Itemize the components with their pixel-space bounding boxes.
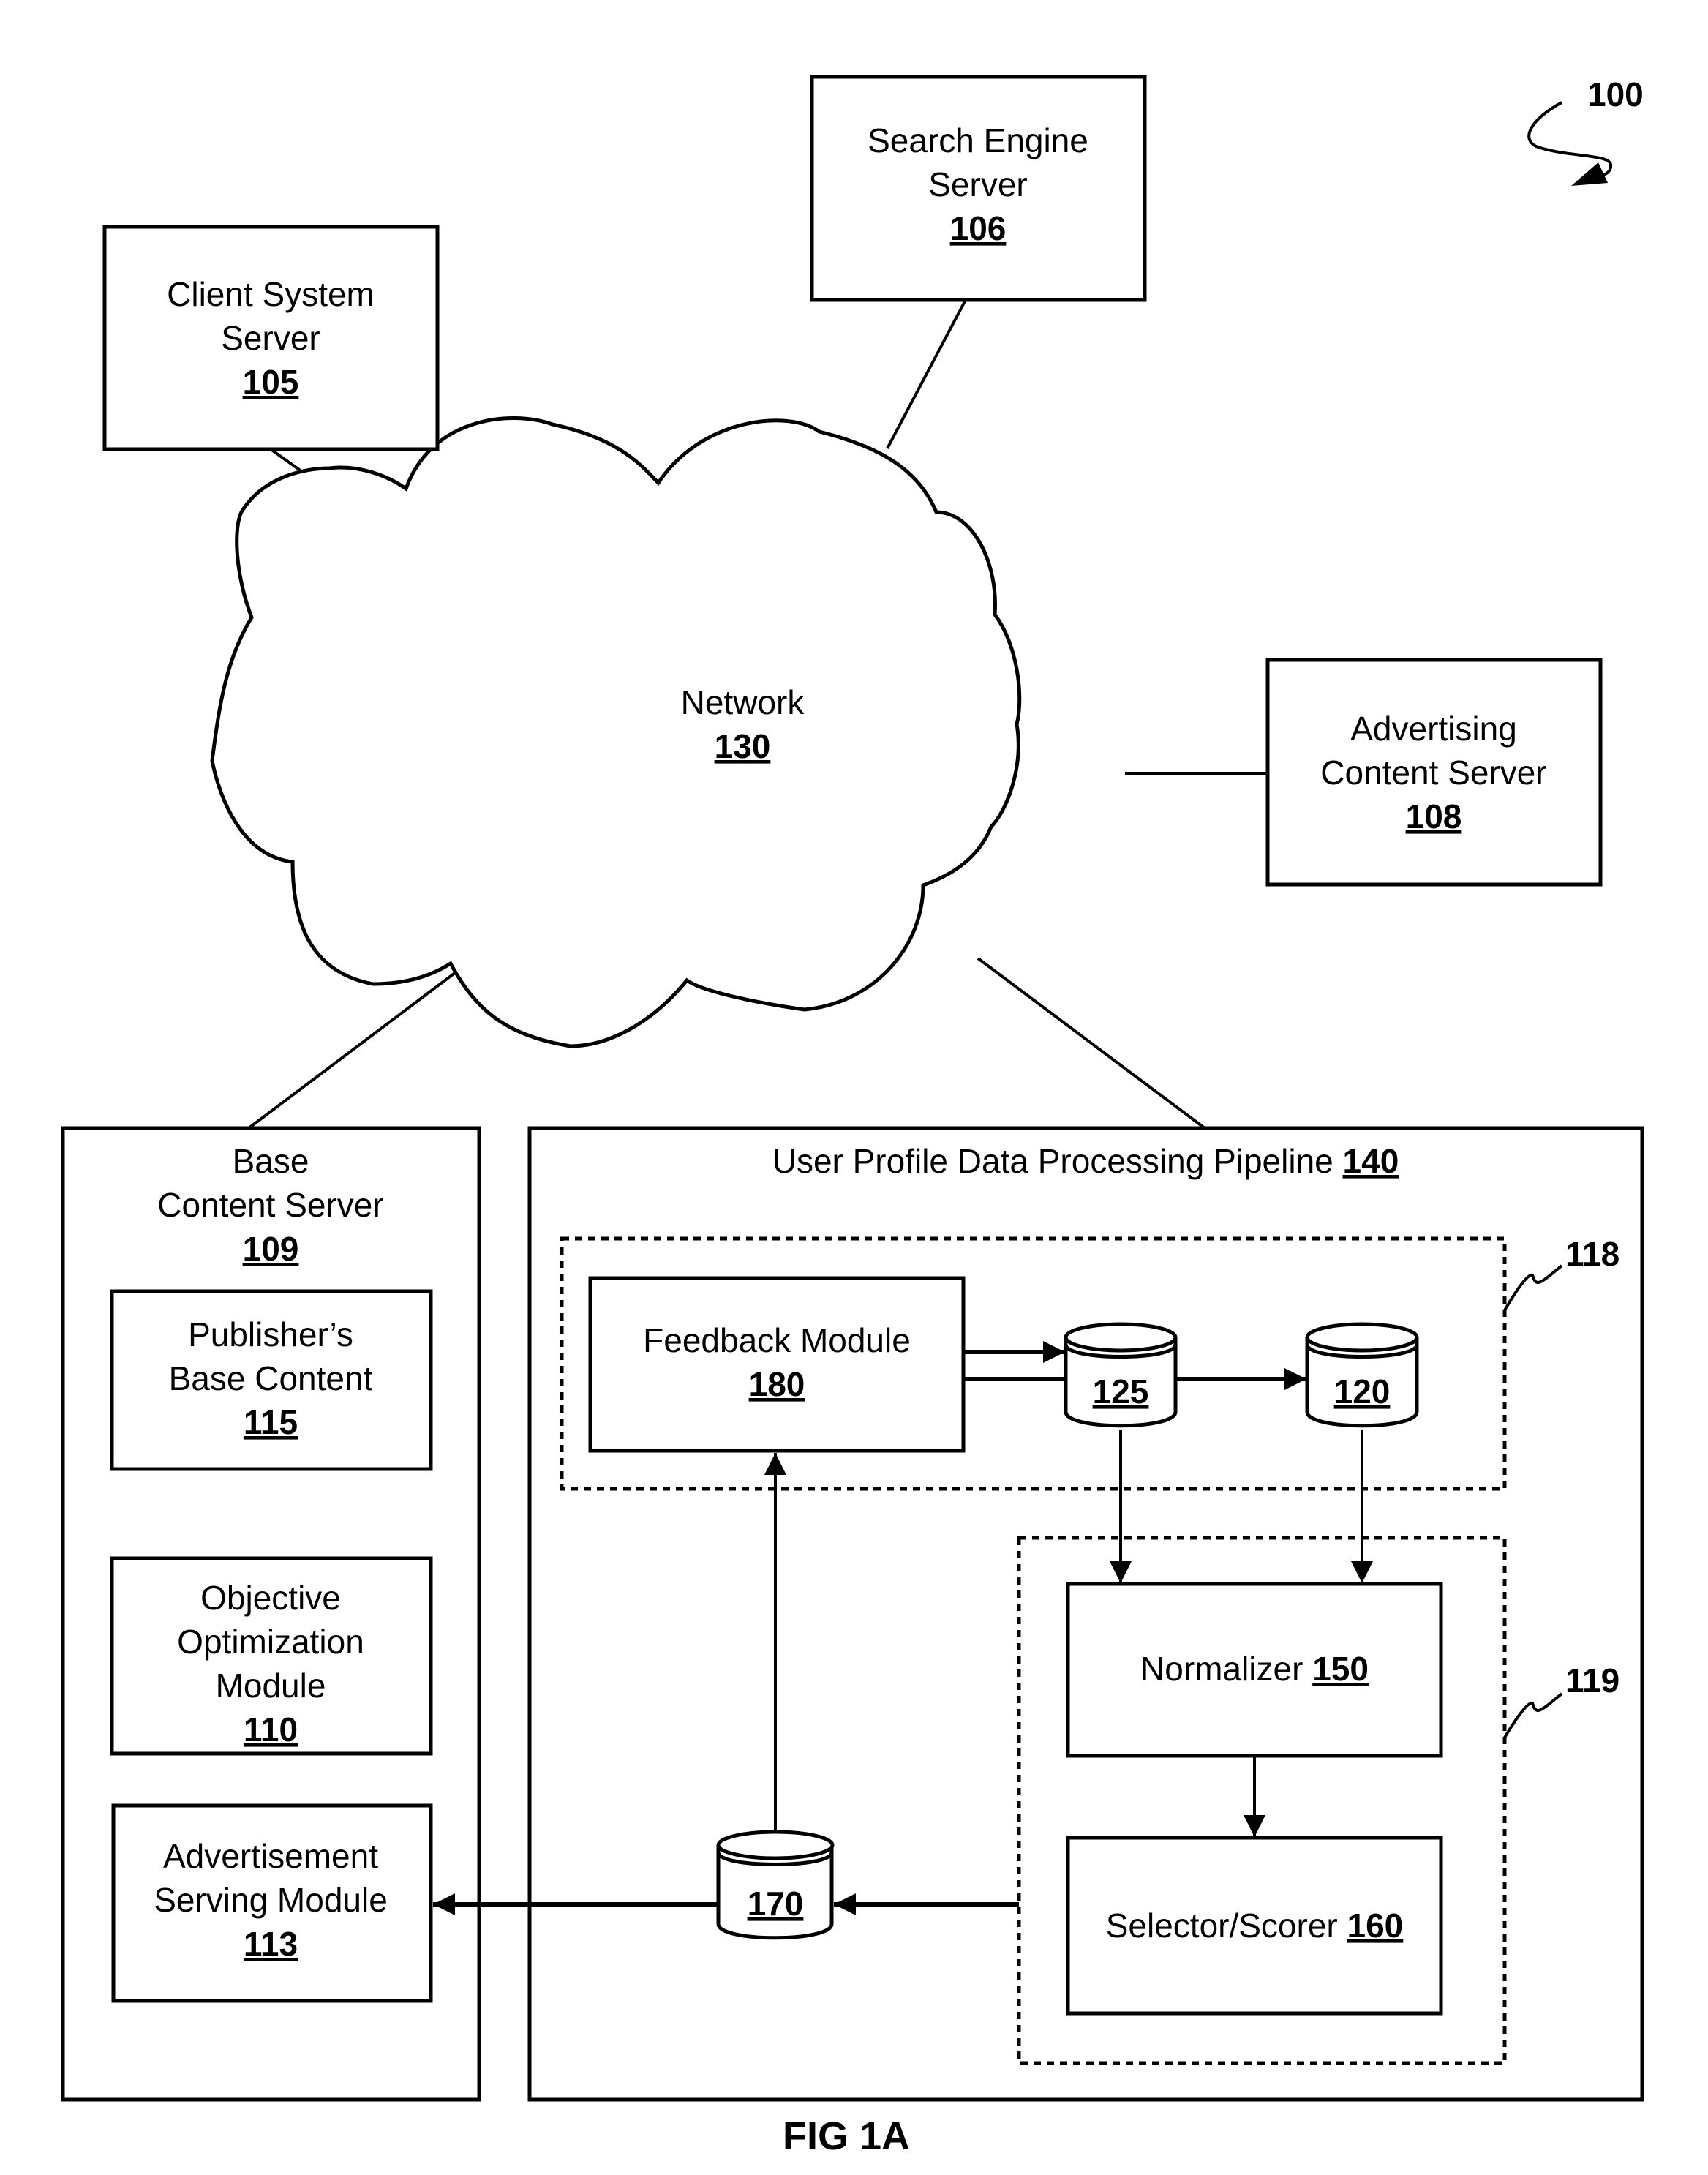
system-diagram: Network 130 Search Engine Server 106 Cli… [61, 75, 1644, 2158]
objective-optimization-number: 110 [244, 1710, 298, 1748]
feedback-label: Feedback Module [643, 1321, 911, 1359]
database-120-number: 120 [1334, 1372, 1391, 1410]
pipeline-number: 140 [1343, 1142, 1399, 1180]
group-118-label: 118 [1565, 1235, 1619, 1273]
feedback-number: 180 [749, 1365, 805, 1403]
base-content-label-1: Base [233, 1142, 309, 1180]
client-system-label-1: Client System [167, 275, 375, 313]
database-120: 120 [1305, 1322, 1419, 1428]
search-engine-server: Search Engine Server 106 [810, 75, 1147, 302]
database-170: 170 [716, 1830, 835, 1940]
link-search-network [886, 299, 967, 449]
selector-number: 160 [1347, 1907, 1404, 1945]
normalizer-label: Normalizer 150 [1140, 1650, 1369, 1688]
normalizer-number: 150 [1312, 1650, 1369, 1688]
search-engine-label-2: Server [928, 165, 1027, 203]
publishers-base-label-2: Base Content [169, 1359, 373, 1397]
database-125: 125 [1064, 1322, 1178, 1428]
normalizer: Normalizer 150 [1066, 1582, 1443, 1758]
advertising-content-server: Advertising Content Server 108 [1265, 658, 1603, 887]
objective-optimization-label-1: Objective [200, 1579, 341, 1617]
link-pipeline-network [977, 957, 1206, 1130]
feedback-module: Feedback Module 180 [588, 1276, 966, 1453]
client-system-server: Client System Server 105 [102, 225, 440, 451]
ad-serving-label-2: Serving Module [154, 1881, 388, 1919]
objective-optimization-label-2: Optimization [177, 1623, 364, 1661]
objective-optimization-label-3: Module [216, 1667, 326, 1705]
objective-optimization-module: Objective Optimization Module 110 [110, 1556, 433, 1756]
search-engine-label-1: Search Engine [868, 121, 1088, 159]
ad-serving-label-1: Advertisement [163, 1837, 378, 1875]
reference-100-label: 100 [1587, 75, 1644, 113]
base-content-label-2: Content Server [157, 1186, 383, 1224]
publishers-base-number: 115 [244, 1403, 298, 1441]
advertisement-serving-module: Advertisement Serving Module 113 [111, 1803, 433, 2003]
base-content-server: Base Content Server 109 Publisher’s Base… [61, 1126, 481, 2102]
client-system-label-2: Server [221, 319, 320, 357]
ad-serving-number: 113 [244, 1925, 298, 1963]
database-170-number: 170 [748, 1885, 804, 1923]
group-119-label: 119 [1565, 1661, 1619, 1699]
figure-caption: FIG 1A [783, 2114, 910, 2158]
network-cloud: Network 130 [210, 416, 1022, 1048]
network-label: Network [681, 683, 805, 721]
base-content-number: 109 [243, 1230, 299, 1268]
selector-label: Selector/Scorer 160 [1106, 1907, 1404, 1945]
network-number: 130 [715, 727, 771, 765]
selector-scorer: Selector/Scorer 160 [1066, 1836, 1443, 2016]
figure-reference-100: 100 [1527, 75, 1644, 186]
user-profile-pipeline: User Profile Data Processing Pipeline 14… [433, 1126, 1644, 2102]
advertising-content-label-1: Advertising [1350, 710, 1517, 748]
client-system-number: 105 [243, 363, 299, 401]
database-125-number: 125 [1093, 1372, 1149, 1410]
pipeline-title: User Profile Data Processing Pipeline 14… [772, 1142, 1399, 1180]
search-engine-number: 106 [950, 209, 1007, 247]
advertising-content-label-2: Content Server [1320, 754, 1546, 792]
publishers-base-label-1: Publisher’s [188, 1315, 353, 1353]
advertising-content-number: 108 [1406, 797, 1462, 835]
publishers-base-content: Publisher’s Base Content 115 [110, 1289, 433, 1471]
